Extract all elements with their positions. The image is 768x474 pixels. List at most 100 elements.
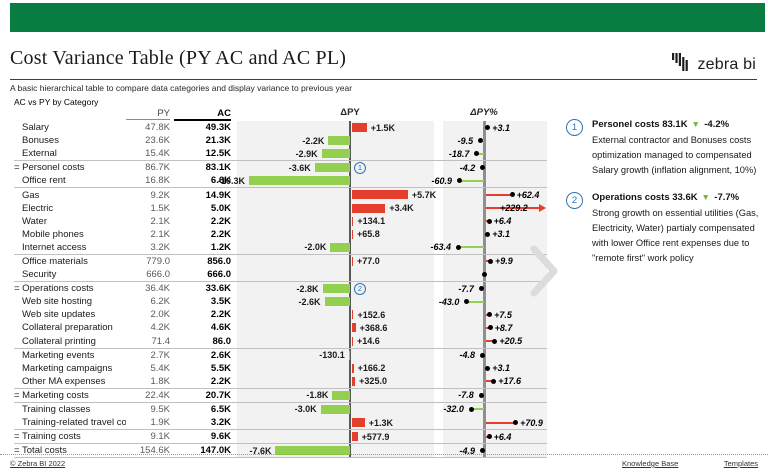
dpy-axis [349, 202, 351, 215]
pct-label: +62.4 [517, 190, 540, 200]
dpy-label: +1.3K [369, 418, 393, 428]
table-row[interactable]: Office rent16.8K6.6K-10.3K-60.9 [14, 174, 547, 187]
py-value: 16.8K [126, 175, 170, 186]
dpy-axis [349, 121, 351, 134]
dpypct-chart-cell: -4.2 [443, 161, 547, 174]
next-arrow-icon[interactable] [528, 243, 562, 304]
dpy-bar [352, 257, 353, 266]
row-label: Marketing events [14, 350, 126, 361]
copyright-link[interactable]: © Zebra BI 2022 [10, 459, 65, 468]
annotations-panel: 1Personel costs 83.1K ▼ -4.2%External co… [566, 119, 766, 279]
pct-dot [513, 420, 518, 425]
table-row[interactable]: = Operations costs36.4K33.6K-2.8K2-7.7 [14, 281, 547, 295]
table-row[interactable]: Bonuses23.6K21.3K-2.2K-9.5 [14, 134, 547, 147]
py-value: 36.4K [126, 283, 170, 294]
table-row[interactable]: = Training costs9.1K9.6K+577.9+6.4 [14, 429, 547, 443]
table-row[interactable]: Water2.1K2.2K+134.1+6.4 [14, 215, 547, 228]
py-value: 23.6K [126, 135, 170, 146]
dpy-chart-cell: +577.9 [237, 430, 434, 443]
dpy-bar [315, 163, 350, 172]
decrease-triangle-icon: ▼ [702, 192, 710, 202]
ac-value: 2.2K [174, 376, 231, 387]
dpypct-chart-cell: +62.4 [443, 188, 547, 201]
dpypct-chart-cell: -32.0 [443, 403, 547, 416]
dpy-label: -2.6K [299, 297, 321, 307]
table-row[interactable]: Gas9.2K14.9K+5.7K+62.4 [14, 187, 547, 201]
py-value: 47.8K [126, 122, 170, 133]
pct-label: +70.9 [520, 418, 543, 428]
annotation-marker-2[interactable]: 2 [354, 283, 366, 295]
row-label: Water [14, 216, 126, 227]
table-row[interactable]: Office materials779.0856.0+77.0+9.9 [14, 254, 547, 268]
ac-value: 9.6K [174, 431, 231, 442]
page-title: Cost Variance Table (PY AC and AC PL) [10, 47, 346, 70]
table-row[interactable]: Web site hosting6.2K3.5K-2.6K-43.0 [14, 295, 547, 308]
pct-label: +9.9 [495, 256, 513, 266]
table-row[interactable]: Training-related travel cos...1.9K3.2K+1… [14, 416, 547, 429]
pct-dot [456, 245, 461, 250]
variance-table: PY AC ΔPY ΔPY% Salary47.8K49.3K+1.5K+3.1… [14, 107, 547, 458]
dpy-label: -2.8K [297, 284, 319, 294]
table-row[interactable]: Marketing campaigns5.4K5.5K+166.2+3.1 [14, 362, 547, 375]
table-row[interactable]: Training classes9.5K6.5K-3.0K-32.0 [14, 402, 547, 416]
table-row[interactable]: Security666.0666.0 [14, 268, 547, 281]
pct-label: -4.8 [460, 350, 476, 360]
row-label: Electric [14, 203, 126, 214]
table-row[interactable]: Electric1.5K5.0K+3.4K+229.2 [14, 202, 547, 215]
table-row[interactable]: Collateral printing71.486.0+14.6+20.5 [14, 335, 547, 348]
dpy-axis [349, 308, 351, 321]
table-row[interactable]: Other MA expenses1.8K2.2K+325.0+17.6 [14, 375, 547, 388]
table-row[interactable]: Web site updates2.0K2.2K+152.6+7.5 [14, 308, 547, 321]
dpy-chart-cell: -10.3K [237, 174, 434, 187]
table-row[interactable]: Mobile phones2.1K2.2K+65.8+3.1 [14, 228, 547, 241]
table-row[interactable]: External15.4K12.5K-2.9K-18.7 [14, 147, 547, 160]
py-value: 1.8K [126, 376, 170, 387]
dpy-bar [325, 297, 350, 306]
dpy-bar [352, 418, 365, 427]
pct-dot [510, 192, 515, 197]
pct-label: +3.1 [492, 123, 510, 133]
annotation-title: Operations costs 33.6K ▼ -7.7% [592, 192, 764, 203]
dpy-chart-cell: -1.8K [237, 389, 434, 402]
annotation-marker-1[interactable]: 1 [354, 162, 366, 174]
title-divider [10, 79, 757, 80]
row-label: Mobile phones [14, 229, 126, 240]
table-row[interactable]: = Personel costs86.7K83.1K-3.6K1-4.2 [14, 160, 547, 174]
dpy-bar [352, 204, 385, 213]
row-label: = Personel costs [14, 162, 126, 173]
py-value: 666.0 [126, 269, 170, 280]
table-row[interactable]: Collateral preparation4.2K4.6K+368.6+8.7 [14, 321, 547, 334]
dpy-label: +1.5K [371, 123, 395, 133]
dpypct-chart-cell: +3.1 [443, 121, 547, 134]
py-value: 1.5K [126, 203, 170, 214]
dpypct-chart-cell: +229.2 [443, 202, 547, 215]
dpy-axis [349, 268, 351, 281]
table-row[interactable]: = Marketing costs22.4K20.7K-1.8K-7.8 [14, 388, 547, 402]
row-label: Collateral printing [14, 336, 126, 347]
overflow-arrow-icon [539, 204, 546, 212]
row-label: Web site updates [14, 309, 126, 320]
dpy-label: -3.6K [289, 163, 311, 173]
dpy-chart-cell: -3.6K 1 [237, 161, 434, 174]
templates-link[interactable]: Templates [724, 459, 758, 468]
dpy-axis [349, 335, 351, 348]
pct-label: +20.5 [499, 336, 522, 346]
row-label: Gas [14, 190, 126, 201]
table-row[interactable]: Salary47.8K49.3K+1.5K+3.1 [14, 121, 547, 134]
ac-value: 2.6K [174, 350, 231, 361]
ac-value: 856.0 [174, 256, 231, 267]
ac-value: 86.0 [174, 336, 231, 347]
table-row[interactable]: Marketing events2.7K2.6K-130.1-4.8 [14, 348, 547, 362]
pct-label: -60.9 [432, 176, 453, 186]
knowledge-base-link[interactable]: Knowledge Base [622, 459, 678, 468]
pct-label: +17.6 [498, 376, 521, 386]
dpy-bar [322, 149, 350, 158]
dpy-chart-cell: +65.8 [237, 228, 434, 241]
dpy-label: -1.8K [306, 390, 328, 400]
dpy-bar [352, 377, 355, 386]
table-row[interactable]: Internet access3.2K1.2K-2.0K-63.4 [14, 241, 547, 254]
annotation-2: 2Operations costs 33.6K ▼ -7.7%Strong gr… [566, 192, 766, 267]
table-row[interactable]: = Total costs154.6K147.0K-7.6K-4.9 [14, 443, 547, 458]
pct-dot [485, 366, 490, 371]
pct-dot [488, 325, 493, 330]
